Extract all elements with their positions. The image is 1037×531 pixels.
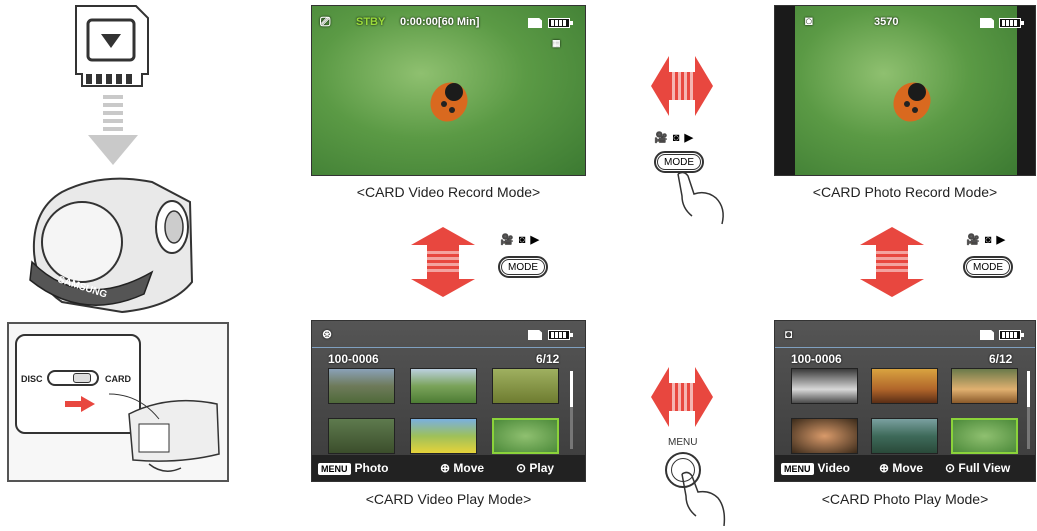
video-camera-icon: ⎚ bbox=[320, 14, 331, 29]
playback-bar: MENU Video ⊕ Move ⊙ Full View bbox=[775, 455, 1035, 481]
insert-arrow bbox=[88, 95, 138, 170]
action-label[interactable]: Full View bbox=[958, 461, 1010, 475]
photo-record-caption: <CARD Photo Record Mode> bbox=[812, 184, 998, 200]
photo-mode-toggle-arrow bbox=[860, 227, 924, 302]
move-icon: ⊕ bbox=[879, 461, 893, 475]
menu-tag: MENU bbox=[318, 462, 351, 475]
card-icon bbox=[528, 18, 542, 28]
card-icon bbox=[980, 18, 994, 28]
sd-card-illustration bbox=[70, 4, 152, 92]
battery-icon bbox=[548, 330, 573, 340]
video-play-screen: ⊛ 100-0006 6/12 MENU Photo ⊕ Move ⊙ Play bbox=[311, 320, 586, 482]
action-label[interactable]: Play bbox=[529, 461, 554, 475]
photo-camera-icon: ◙ bbox=[805, 13, 813, 28]
hand-camcorder-sketch bbox=[108, 364, 225, 480]
move-icon: ⊕ bbox=[440, 461, 454, 475]
photo-play-caption: <CARD Photo Play Mode> bbox=[821, 491, 989, 507]
disc-label: DISC bbox=[21, 374, 43, 384]
photo-play-screen: ◘ 100-0006 6/12 MENU Video ⊕ Move ⊙ Full … bbox=[774, 320, 1036, 482]
menu-tag: MENU bbox=[781, 462, 814, 475]
ladybug-image bbox=[424, 76, 474, 131]
card-icon bbox=[528, 330, 542, 340]
thumbnail[interactable] bbox=[492, 368, 559, 404]
select-icon: ⊙ bbox=[945, 461, 959, 475]
mode-switch[interactable] bbox=[47, 370, 99, 386]
quality-icon: ▦ bbox=[552, 38, 561, 48]
video-play-caption: <CARD Video Play Mode> bbox=[365, 491, 532, 507]
page-number: 6/12 bbox=[536, 352, 560, 366]
menu-item-label[interactable]: Photo bbox=[355, 461, 389, 475]
page-number: 6/12 bbox=[989, 352, 1013, 366]
thumbnail-selected[interactable] bbox=[951, 418, 1018, 454]
divider bbox=[775, 347, 1035, 348]
move-label[interactable]: Move bbox=[892, 461, 923, 475]
mode-button-left[interactable]: MODE bbox=[498, 256, 548, 278]
mode-icons: 🎥 ◙ ▶ bbox=[966, 234, 1006, 246]
photo-record-screen: ◙ 3570 bbox=[774, 5, 1036, 176]
move-label[interactable]: Move bbox=[453, 461, 484, 475]
video-mode-toggle-arrow bbox=[411, 227, 475, 302]
menu-item-label[interactable]: Video bbox=[818, 461, 850, 475]
play-mode-toggle-arrow bbox=[651, 367, 713, 432]
switch-detail-panel: DISC CARD bbox=[7, 322, 229, 482]
scrollbar[interactable] bbox=[1027, 371, 1030, 449]
thumbnail-selected[interactable] bbox=[492, 418, 559, 454]
mode-button-right[interactable]: MODE bbox=[963, 256, 1013, 278]
thumbnail[interactable] bbox=[791, 418, 858, 454]
thumbnail[interactable] bbox=[951, 368, 1018, 404]
scrollbar[interactable] bbox=[570, 371, 573, 449]
ladybug-image bbox=[887, 76, 937, 131]
record-mode-toggle-arrow bbox=[651, 56, 713, 121]
camcorder-illustration: SAMSUNG bbox=[22, 172, 198, 320]
mode-icons: 🎥 ◙ ▶ bbox=[500, 234, 540, 246]
battery-icon bbox=[548, 18, 573, 28]
photo-count: 3570 bbox=[874, 16, 899, 28]
pressing-hand bbox=[672, 168, 732, 231]
thumbnail[interactable] bbox=[328, 418, 395, 454]
mode-icons: 🎥 ◙ ▶ bbox=[654, 132, 694, 144]
thumbnail[interactable] bbox=[410, 418, 477, 454]
switch-direction-arrow bbox=[65, 396, 95, 417]
thumbnail[interactable] bbox=[410, 368, 477, 404]
battery-icon bbox=[999, 18, 1024, 28]
thumbnail[interactable] bbox=[328, 368, 395, 404]
stby-indicator: STBY bbox=[356, 16, 386, 28]
select-icon: ⊙ bbox=[516, 461, 530, 475]
video-play-icon: ⊛ bbox=[322, 327, 333, 341]
file-number: 100-0006 bbox=[328, 352, 379, 366]
record-time: 0:00:00[60 Min] bbox=[400, 16, 480, 28]
battery-icon bbox=[999, 330, 1024, 340]
thumbnail[interactable] bbox=[871, 418, 938, 454]
video-record-caption: <CARD Video Record Mode> bbox=[356, 184, 541, 200]
divider bbox=[312, 347, 585, 348]
menu-button-label: MENU bbox=[668, 437, 698, 448]
card-icon bbox=[980, 330, 994, 340]
video-record-screen: ⎚ STBY 0:00:00[60 Min] ▦ bbox=[311, 5, 586, 176]
pressing-hand bbox=[676, 470, 732, 531]
file-number: 100-0006 bbox=[791, 352, 842, 366]
photo-play-icon: ◘ bbox=[785, 327, 793, 341]
thumbnail[interactable] bbox=[791, 368, 858, 404]
playback-bar: MENU Photo ⊕ Move ⊙ Play bbox=[312, 455, 585, 481]
thumbnail[interactable] bbox=[871, 368, 938, 404]
